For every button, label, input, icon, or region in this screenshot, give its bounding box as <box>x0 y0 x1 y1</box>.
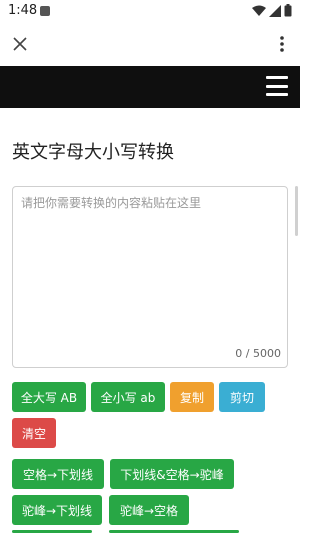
clear-button[interactable]: 清空 <box>12 418 56 448</box>
wifi-icon <box>252 5 266 16</box>
status-bar: 1:48 <box>0 0 300 24</box>
more-vert-icon <box>280 36 284 52</box>
camel-to-underscore-button[interactable]: 驼峰→下划线 <box>12 495 102 525</box>
status-icons <box>252 4 292 17</box>
character-counter: 0 / 5000 <box>235 347 281 360</box>
battery-icon <box>284 4 292 17</box>
camel-to-space-button[interactable]: 驼峰→空格 <box>109 495 189 525</box>
app-bar <box>0 24 300 66</box>
site-navbar <box>0 66 300 108</box>
uppercase-button[interactable]: 全大写 AB <box>12 382 86 412</box>
cut-button[interactable]: 剪切 <box>219 382 265 412</box>
more-options-button[interactable] <box>270 30 294 58</box>
page-title: 英文字母大小写转换 <box>12 142 174 163</box>
text-input[interactable] <box>13 187 287 367</box>
space-to-underscore-button[interactable]: 空格→下划线 <box>12 459 104 489</box>
notification-app-icon <box>40 6 50 16</box>
text-input-container: 0 / 5000 <box>12 186 288 368</box>
copy-button[interactable]: 复制 <box>170 382 214 412</box>
page-scrollbar[interactable] <box>295 186 298 236</box>
signal-icon <box>269 4 281 17</box>
menu-icon[interactable] <box>266 76 288 96</box>
close-button[interactable] <box>6 30 34 58</box>
underscore-space-to-camel-button[interactable]: 下划线&空格→驼峰 <box>110 459 234 489</box>
close-icon <box>13 37 27 51</box>
lowercase-button[interactable]: 全小写 ab <box>91 382 165 412</box>
status-time: 1:48 <box>8 3 38 18</box>
